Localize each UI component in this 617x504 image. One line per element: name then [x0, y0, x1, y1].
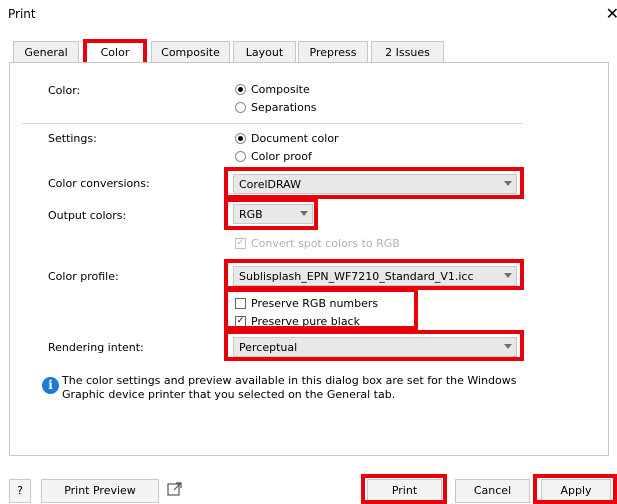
- tab-general[interactable]: General: [13, 41, 79, 63]
- divider: [22, 123, 523, 124]
- title-bar: [0, 0, 617, 30]
- help-button[interactable]: ?: [9, 479, 31, 503]
- color-proof-radio[interactable]: [235, 151, 246, 162]
- close-icon[interactable]: ✕: [606, 4, 617, 23]
- composite-radio[interactable]: [235, 84, 246, 95]
- tab-layout[interactable]: Layout: [233, 41, 296, 63]
- print-preview-button[interactable]: Print Preview: [41, 479, 159, 503]
- convert-spot-checkbox[interactable]: ✓: [235, 238, 246, 249]
- window-title: Print: [8, 7, 36, 21]
- rendering-intent-label: Rendering intent:: [48, 341, 144, 354]
- info-line-2: Graphic device printer that you selected…: [62, 388, 396, 401]
- preserve-options-highlight: [224, 288, 418, 330]
- settings-label: Settings:: [48, 132, 97, 145]
- document-color-radio[interactable]: [235, 133, 246, 144]
- color-conversions-highlight: [224, 167, 524, 199]
- document-color-label[interactable]: Document color: [251, 132, 339, 145]
- color-profile-highlight: [224, 259, 524, 290]
- rendering-intent-highlight: [224, 330, 524, 361]
- composite-label[interactable]: Composite: [251, 83, 310, 96]
- cancel-button[interactable]: Cancel: [455, 479, 530, 503]
- color-conversions-label: Color conversions:: [48, 177, 150, 190]
- tab-prepress[interactable]: Prepress: [298, 41, 368, 63]
- print-preview-label: Print Preview: [64, 484, 136, 497]
- color-label: Color:: [48, 84, 81, 97]
- convert-spot-label: Convert spot colors to RGB: [251, 237, 400, 250]
- output-colors-highlight: [224, 198, 318, 230]
- print-highlight: [361, 474, 447, 504]
- external-window-icon[interactable]: [166, 480, 184, 498]
- tab-issues[interactable]: 2 Issues: [371, 41, 444, 63]
- separations-radio[interactable]: [235, 102, 246, 113]
- apply-highlight: [533, 474, 617, 504]
- info-icon: i: [42, 377, 59, 394]
- tab-composite[interactable]: Composite: [151, 41, 230, 63]
- info-line-1: The color settings and preview available…: [62, 374, 517, 387]
- separations-label[interactable]: Separations: [251, 101, 317, 114]
- color-profile-label: Color profile:: [48, 270, 119, 283]
- output-colors-label: Output colors:: [48, 209, 127, 222]
- color-proof-label[interactable]: Color proof: [251, 150, 312, 163]
